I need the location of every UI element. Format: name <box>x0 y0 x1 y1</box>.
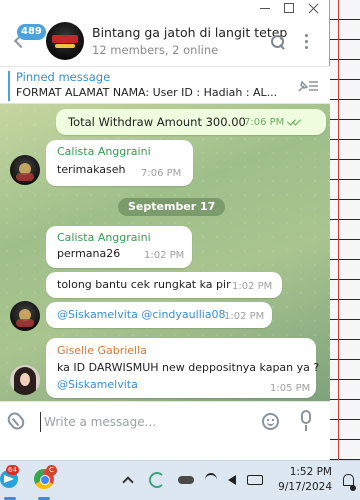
chat-members-status: 12 members, 2 online <box>92 43 219 57</box>
message-text: terimakaseh <box>57 163 126 176</box>
wifi-icon[interactable] <box>203 469 219 491</box>
message-time: 1:02 PM <box>224 311 265 322</box>
search-icon[interactable] <box>270 34 286 50</box>
telegram-badge: 64 <box>6 465 19 475</box>
message-text: tolong bantu cek rungkat ka pir <box>57 278 231 291</box>
message-time: 7:06 PM <box>141 168 182 179</box>
pinned-text: FORMAT ALAMAT NAMA: User ID : Hadiah : A… <box>16 86 278 99</box>
mention-link[interactable]: @Siskamelvita <box>57 378 138 391</box>
message-text: permana26 <box>57 247 121 260</box>
minimize-button[interactable] <box>253 0 277 16</box>
pinned-message-bar[interactable]: Pinned message FORMAT ALAMAT NAMA: User … <box>0 66 330 104</box>
chat-title[interactable]: Bintang ga jatoh di langit tetep <box>92 25 287 40</box>
chevron-up-icon[interactable] <box>120 469 136 491</box>
avatar[interactable] <box>10 155 40 185</box>
message-text: ka ID DARWISMUH new deppositnya kapan ya… <box>57 361 320 374</box>
maximize-icon <box>284 3 294 13</box>
sender-name[interactable]: Calista Anggraini <box>57 145 151 158</box>
incoming-message[interactable]: Calista Anggraini permana26 1:02 PM <box>46 226 192 268</box>
more-icon[interactable] <box>302 33 312 51</box>
incoming-message[interactable]: Calista Anggraini terimakaseh 7:06 PM <box>46 140 193 186</box>
battery-icon[interactable] <box>246 469 264 491</box>
pinned-accent-bar <box>8 71 10 101</box>
emoji-icon[interactable] <box>262 413 279 430</box>
notification-dot <box>350 485 356 491</box>
message-time: 7:06 PM <box>244 117 302 128</box>
message-time: 1:02 PM <box>232 281 273 292</box>
sender-name[interactable]: Giselle Gabriella <box>57 344 147 357</box>
more-icon-dot <box>305 40 308 43</box>
message-time: 1:05 PM <box>270 383 311 394</box>
close-icon <box>308 3 319 14</box>
incoming-message[interactable]: @Siskamelvita @cindyaullia08 1:02 PM <box>46 302 272 328</box>
window-controls <box>253 0 325 16</box>
attach-icon[interactable] <box>4 409 28 433</box>
double-check-icon <box>288 117 302 125</box>
chat-history[interactable]: Total Withdraw Amount 300.00 7:06 PM Cal… <box>0 104 330 401</box>
notebook-background <box>330 0 360 460</box>
speaker-icon[interactable] <box>224 469 240 491</box>
message-input[interactable] <box>40 412 240 432</box>
mic-icon[interactable] <box>301 410 311 431</box>
group-avatar-art-stripe <box>55 44 75 48</box>
message-time: 1:02 PM <box>144 250 185 261</box>
telegram-window: 489 Bintang ga jatoh di langit tetep 12 … <box>0 0 330 440</box>
more-icon-dot <box>305 34 308 37</box>
chrome-profile-badge: C <box>46 465 57 476</box>
mention-link[interactable]: @Siskamelvita <box>57 308 138 321</box>
maximize-button[interactable] <box>277 0 301 16</box>
mention-link[interactable]: @cindyaullia08 <box>141 308 225 321</box>
unpin-icon[interactable] <box>297 78 319 94</box>
incoming-message[interactable]: Giselle Gabriella ka ID DARWISMUH new de… <box>46 338 320 398</box>
message-text: @Siskamelvita @cindyaullia08 <box>57 308 226 321</box>
clock-time: 1:52 PM <box>289 466 332 478</box>
message-composer <box>0 401 330 440</box>
more-icon-dot <box>305 46 308 49</box>
chat-header: 489 Bintang ga jatoh di langit tetep 12 … <box>0 16 330 66</box>
avatar[interactable] <box>10 365 40 395</box>
incoming-message[interactable]: tolong bantu cek rungkat ka pir 1:02 PM <box>46 272 282 298</box>
taskbar-clock[interactable]: 1:52 PM 9/17/2024 <box>276 465 332 495</box>
taskbar: 64 C 1:52 PM 9/17/2024 <box>0 460 360 500</box>
avatar[interactable] <box>10 301 40 331</box>
group-avatar[interactable] <box>46 22 84 60</box>
unread-count-badge: 489 <box>17 24 46 40</box>
group-avatar-art <box>52 35 78 43</box>
notebook-margin-line <box>338 0 339 460</box>
cloud-icon[interactable] <box>176 469 196 491</box>
outgoing-message[interactable]: Total Withdraw Amount 300.00 7:06 PM <box>56 109 326 135</box>
message-text-line2: @Siskamelvita <box>57 378 138 391</box>
clock-date: 9/17/2024 <box>278 481 332 493</box>
date-separator: September 17 <box>118 198 226 216</box>
pinned-label: Pinned message <box>16 70 111 84</box>
message-time-text: 7:06 PM <box>244 117 285 128</box>
sender-name[interactable]: Calista Anggraini <box>57 231 151 244</box>
sync-icon[interactable] <box>148 469 166 491</box>
close-button[interactable] <box>301 0 325 16</box>
message-text: Total Withdraw Amount 300.00 <box>68 115 246 129</box>
minimize-icon <box>260 7 270 9</box>
